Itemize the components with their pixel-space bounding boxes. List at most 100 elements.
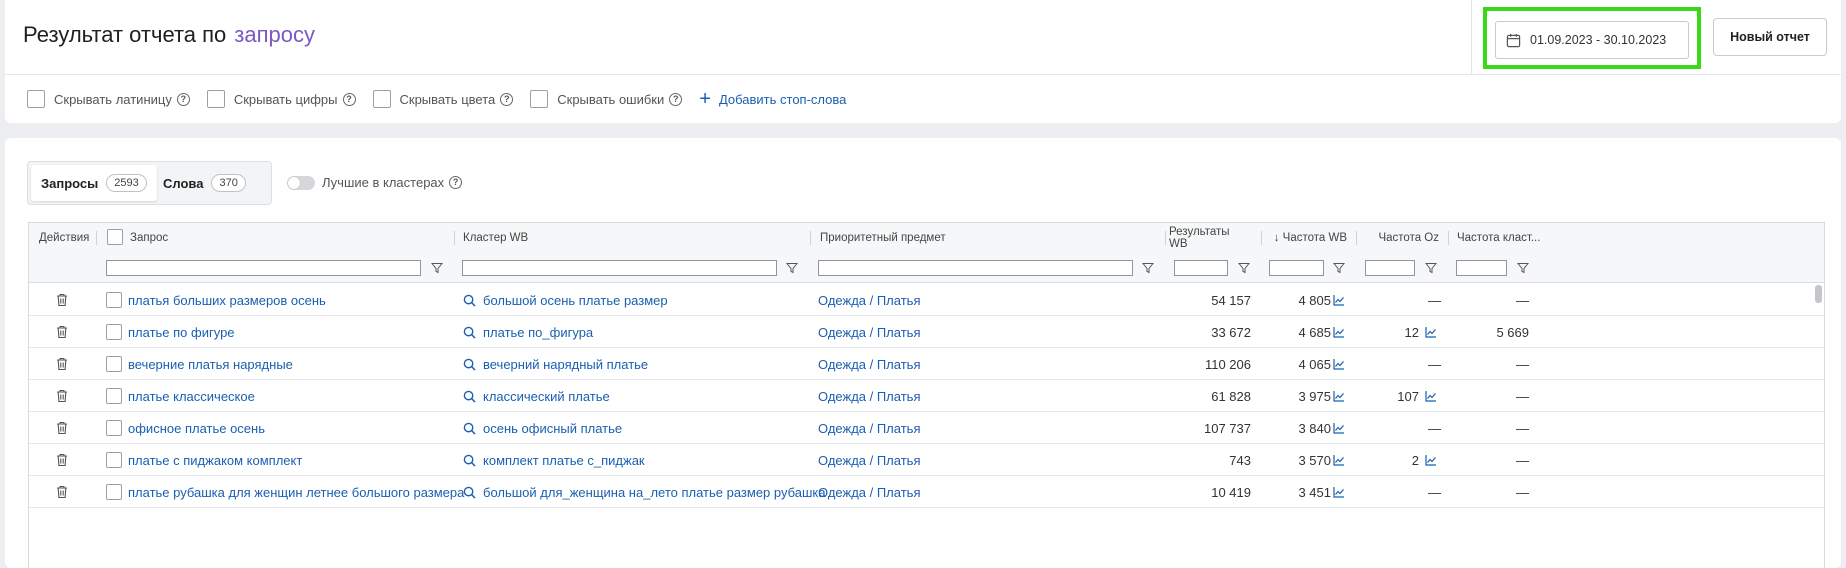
cluster-link[interactable]: платье по_фигура [463, 316, 593, 348]
freq-oz-filter-input[interactable] [1365, 260, 1415, 276]
funnel-icon[interactable] [1517, 262, 1529, 274]
subject-link[interactable]: Одежда / Платья [818, 412, 920, 444]
add-stop-words-link[interactable]: + Добавить стоп-слова [699, 89, 846, 109]
hide-errors-checkbox[interactable] [530, 90, 549, 108]
tab-words[interactable]: Слова 370 [153, 165, 256, 201]
row-checkbox[interactable] [106, 484, 122, 500]
filter-hide-digits[interactable]: Скрывать цифры ? [206, 90, 356, 108]
row-select[interactable] [106, 444, 122, 476]
help-icon[interactable]: ? [342, 92, 356, 106]
hide-colors-checkbox[interactable] [372, 90, 391, 108]
row-select[interactable] [106, 380, 122, 412]
row-checkbox[interactable] [106, 324, 122, 340]
col-query[interactable]: Запрос [130, 223, 168, 253]
cluster-link[interactable]: классический платье [463, 380, 610, 412]
help-icon[interactable]: ? [669, 92, 683, 106]
delete-row-button[interactable] [56, 380, 68, 412]
hide-latin-checkbox[interactable] [27, 90, 45, 108]
help-icon[interactable]: ? [176, 92, 190, 106]
filter-hide-colors[interactable]: Скрывать цвета ? [372, 90, 514, 108]
query-link[interactable]: платья больших размеров осень [128, 284, 326, 316]
query-link[interactable]: вечерние платья нарядные [128, 348, 293, 380]
freq-wb-trend-button[interactable] [1333, 412, 1345, 444]
select-all-checkbox[interactable] [107, 229, 123, 245]
freq-oz-trend-button[interactable] [1425, 380, 1437, 412]
row-checkbox[interactable] [106, 388, 122, 404]
query-link[interactable]: платье по фигуре [128, 316, 235, 348]
query-link[interactable]: платье рубашка для женщин летнее большог… [128, 476, 464, 508]
filter-hide-errors[interactable]: Скрывать ошибки ? [530, 90, 683, 108]
subject-filter-input[interactable] [818, 260, 1133, 276]
delete-row-button[interactable] [56, 476, 68, 508]
row-select[interactable] [106, 316, 122, 348]
tab-queries[interactable]: Запросы 2593 [31, 165, 157, 201]
delete-row-button[interactable] [56, 412, 68, 444]
row-select[interactable] [106, 476, 122, 508]
delete-row-button[interactable] [56, 316, 68, 348]
col-cluster[interactable]: Кластер WB [463, 223, 528, 253]
freq-oz-trend-button[interactable] [1425, 444, 1437, 476]
row-select[interactable] [106, 284, 122, 316]
funnel-icon[interactable] [431, 262, 443, 274]
help-icon[interactable]: ? [500, 92, 514, 106]
query-link[interactable]: платье с пиджаком комплект [128, 444, 302, 476]
funnel-icon[interactable] [1333, 262, 1345, 274]
delete-row-button[interactable] [56, 348, 68, 380]
freq-wb-trend-button[interactable] [1333, 316, 1345, 348]
query-filter-input[interactable] [106, 260, 421, 276]
funnel-icon[interactable] [1142, 262, 1154, 274]
query-link[interactable]: офисное платье осень [128, 412, 265, 444]
date-range-picker[interactable]: 01.09.2023 - 30.10.2023 [1495, 21, 1689, 59]
funnel-icon[interactable] [1425, 262, 1437, 274]
freq-cluster-filter-input[interactable] [1456, 260, 1507, 276]
subject-link[interactable]: Одежда / Платья [818, 380, 920, 412]
subject-link[interactable]: Одежда / Платья [818, 348, 920, 380]
col-subject[interactable]: Приоритетный предмет [820, 223, 946, 253]
table-header: Действия Запрос Кластер WB Приоритетный … [29, 223, 1824, 283]
funnel-icon[interactable] [786, 262, 798, 274]
results-wb-filter-input[interactable] [1174, 260, 1228, 276]
filter-hide-latin[interactable]: Скрывать латиницу ? [27, 90, 190, 108]
row-checkbox[interactable] [106, 356, 122, 372]
cluster-link[interactable]: большой для_женщина на_лето платье разме… [463, 476, 826, 508]
table-row: офисное платье осень осень офисный плать… [29, 412, 1824, 444]
date-range-value: 01.09.2023 - 30.10.2023 [1530, 33, 1667, 47]
cluster-link[interactable]: большой осень платье размер [463, 284, 668, 316]
subject-link[interactable]: Одежда / Платья [818, 476, 920, 508]
delete-row-button[interactable] [56, 284, 68, 316]
hide-digits-checkbox[interactable] [206, 90, 225, 108]
col-freq-oz[interactable]: Частота Oz [1359, 223, 1439, 253]
delete-row-button[interactable] [56, 444, 68, 476]
funnel-icon[interactable] [1238, 262, 1250, 274]
subject-link[interactable]: Одежда / Платья [818, 284, 920, 316]
subject-link[interactable]: Одежда / Платья [818, 316, 920, 348]
col-results-wb[interactable]: Результаты WB [1169, 223, 1251, 253]
freq-oz-trend-button[interactable] [1425, 316, 1437, 348]
page-title: Результат отчета по запросу [23, 22, 315, 48]
row-checkbox[interactable] [106, 452, 122, 468]
query-link[interactable]: платье классическое [128, 380, 255, 412]
freq-wb-value: 4 065 [1298, 356, 1331, 372]
best-in-clusters-toggle[interactable] [287, 175, 315, 190]
freq-wb-trend-button[interactable] [1333, 348, 1345, 380]
freq-wb-trend-button[interactable] [1333, 284, 1345, 316]
freq-wb-filter-input[interactable] [1269, 260, 1324, 276]
col-freq-cluster[interactable]: Частота класт... [1457, 223, 1540, 253]
row-checkbox[interactable] [106, 420, 122, 436]
cluster-link[interactable]: осень офисный платье [463, 412, 622, 444]
cluster-filter-input[interactable] [462, 260, 777, 276]
new-report-button[interactable]: Новый отчет [1713, 18, 1827, 56]
row-checkbox[interactable] [106, 292, 122, 308]
table-scrollbar[interactable] [1815, 285, 1822, 303]
help-icon[interactable]: ? [449, 176, 463, 189]
freq-wb-trend-button[interactable] [1333, 476, 1345, 508]
cluster-link[interactable]: комплект платье с_пиджак [463, 444, 645, 476]
cluster-link[interactable]: вечерний нарядный платье [463, 348, 648, 380]
row-select[interactable] [106, 348, 122, 380]
freq-wb-trend-button[interactable] [1333, 444, 1345, 476]
freq-wb-trend-button[interactable] [1333, 380, 1345, 412]
col-freq-wb[interactable]: ↓ Частота WB [1265, 223, 1347, 253]
row-select[interactable] [106, 412, 122, 444]
trend-chart-icon [1425, 455, 1436, 466]
subject-link[interactable]: Одежда / Платья [818, 444, 920, 476]
